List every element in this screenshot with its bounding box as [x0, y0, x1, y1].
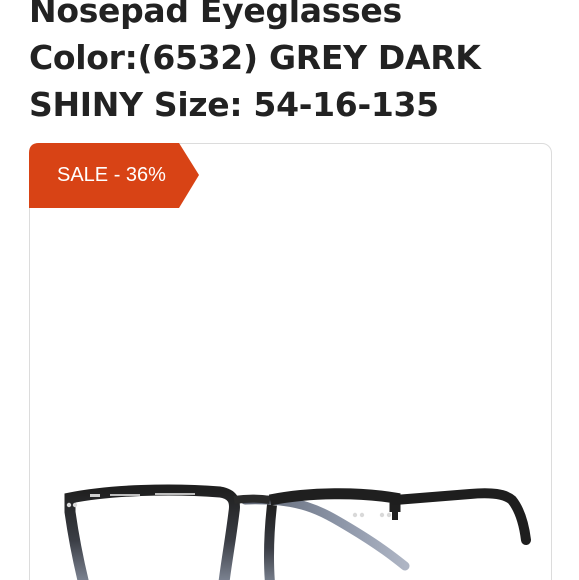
product-page: Nosepad Eyeglasses Color:(6532) GREY DAR…	[0, 0, 579, 580]
sale-badge-label: SALE - 36%	[57, 164, 166, 186]
product-title: Nosepad Eyeglasses Color:(6532) GREY DAR…	[29, 0, 569, 128]
product-title-line-2: Color:(6532) GREY DARK	[29, 38, 481, 77]
product-title-line-1: Nosepad Eyeglasses	[29, 0, 402, 30]
sale-badge: SALE - 36%	[29, 143, 199, 208]
product-image-card[interactable]	[29, 143, 552, 580]
product-title-line-3: SHINY Size: 54-16-135	[29, 85, 439, 124]
